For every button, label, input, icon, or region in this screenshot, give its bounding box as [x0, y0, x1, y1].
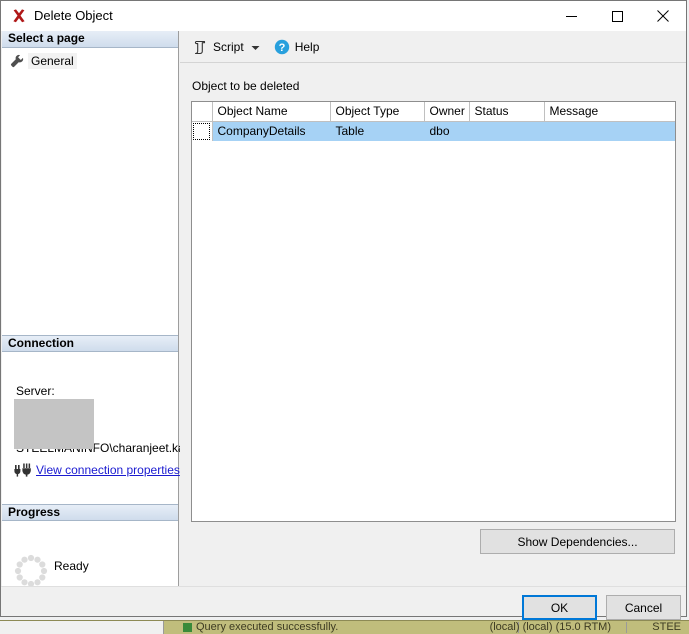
content-panel: Script ? Help Object to be deleted Objec… [180, 31, 686, 586]
background-status-icon [183, 623, 192, 632]
delete-object-dialog: Delete Object Select a page General Conn… [0, 0, 687, 620]
help-circle-icon: ? [274, 39, 290, 55]
view-connection-properties-link[interactable]: View connection properties [36, 463, 180, 477]
progress-status-text: Ready [54, 559, 89, 573]
background-status-text-left: Query executed successfully. [196, 621, 339, 633]
column-header-object-type[interactable]: Object Type [330, 102, 425, 122]
dialog-toolbar: Script ? Help [180, 31, 686, 63]
dialog-titlebar[interactable]: Delete Object [1, 1, 686, 31]
background-status-text-right: STEE [652, 621, 681, 633]
column-header-owner[interactable]: Owner [424, 102, 470, 122]
column-header-object-name[interactable]: Object Name [212, 102, 331, 122]
cell-object-name[interactable]: CompanyDetails [212, 121, 331, 141]
objects-grid[interactable]: Object Name Object Type Owner Status Mes… [191, 101, 676, 522]
sidebar-panel: Select a page General Connection Server:… [2, 31, 195, 588]
wrench-icon [9, 53, 25, 69]
server-label: Server: [16, 384, 55, 398]
row-focus-rectangle [193, 123, 210, 140]
help-button[interactable]: ? Help [270, 35, 324, 59]
spinner-icon [14, 554, 48, 588]
ok-button[interactable]: OK [522, 595, 597, 620]
cell-status[interactable] [469, 121, 545, 141]
connection-plug-icon [14, 462, 32, 478]
table-row[interactable]: CompanyDetails Table dbo [192, 121, 675, 141]
progress-header: Progress [2, 504, 178, 521]
row-selector-cell[interactable] [192, 121, 213, 141]
cell-object-type[interactable]: Table [330, 121, 425, 141]
background-status-bar: Query executed successfully. (local) (lo… [0, 620, 689, 634]
row-select-header [192, 102, 213, 122]
dialog-body: Select a page General Connection Server:… [1, 31, 686, 588]
column-header-message[interactable]: Message [544, 102, 675, 122]
redaction-overlay [14, 399, 94, 449]
cell-message[interactable] [544, 121, 675, 141]
background-status-text-mid: (local) (local) (15.0 RTM) [489, 621, 611, 633]
view-connection-properties-row[interactable]: View connection properties [14, 461, 180, 479]
help-button-label: Help [294, 39, 320, 54]
svg-text:?: ? [278, 42, 285, 54]
close-button[interactable] [640, 1, 686, 31]
maximize-button[interactable] [594, 1, 640, 31]
objects-table: Object Name Object Type Owner Status Mes… [192, 102, 675, 141]
script-button-label: Script [213, 39, 244, 54]
cancel-button[interactable]: Cancel [606, 595, 681, 620]
show-dependencies-button[interactable]: Show Dependencies... [480, 529, 675, 554]
grid-caption: Object to be deleted [192, 79, 300, 93]
minimize-button[interactable] [548, 1, 594, 31]
script-icon [192, 39, 208, 55]
select-a-page-header: Select a page [2, 31, 178, 48]
background-status-divider [626, 622, 627, 633]
background-status-segment [0, 621, 164, 634]
cell-owner[interactable]: dbo [424, 121, 470, 141]
script-dropdown-button[interactable] [249, 35, 263, 59]
dialog-footer: OK Cancel [1, 586, 686, 620]
dialog-title: Delete Object [34, 8, 113, 23]
table-header-row: Object Name Object Type Owner Status Mes… [192, 102, 675, 122]
script-button[interactable]: Script [188, 35, 248, 59]
column-header-status[interactable]: Status [469, 102, 545, 122]
connection-header: Connection [2, 335, 178, 352]
sidebar-item-general[interactable]: General [9, 52, 77, 70]
delete-x-icon [11, 8, 27, 24]
sidebar-item-label: General [28, 53, 77, 69]
chevron-down-icon [251, 39, 260, 54]
